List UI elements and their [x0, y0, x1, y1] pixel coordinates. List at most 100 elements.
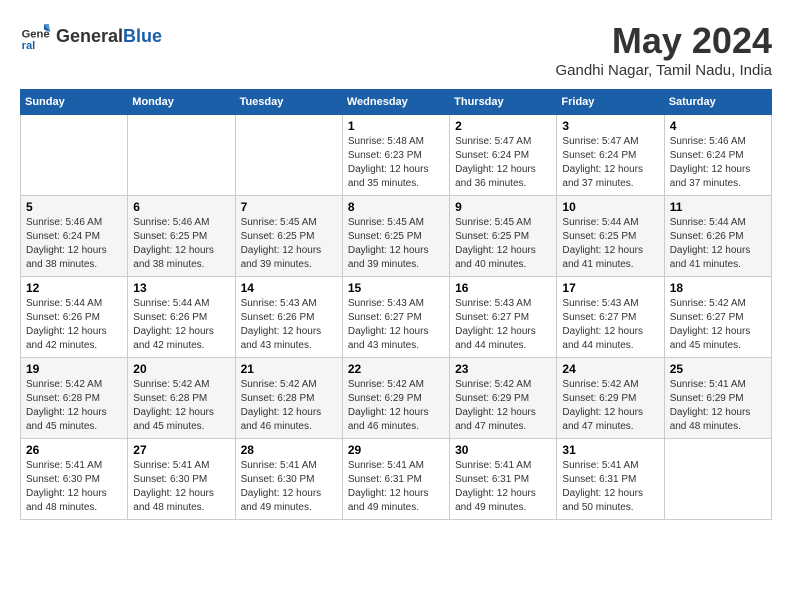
calendar-cell: 2 Sunrise: 5:47 AM Sunset: 6:24 PM Daylig… — [450, 115, 557, 196]
day-number: 17 — [562, 281, 658, 295]
calendar-cell: 14 Sunrise: 5:43 AM Sunset: 6:26 PM Dayli… — [235, 277, 342, 358]
weekday-header-row: SundayMondayTuesdayWednesdayThursdayFrid… — [21, 90, 772, 115]
day-number: 30 — [455, 443, 551, 457]
calendar-cell: 11Sunrise: 5:44 AM Sunset: 6:26 PM Dayli… — [664, 196, 771, 277]
calendar-cell: 3 Sunrise: 5:47 AM Sunset: 6:24 PM Daylig… — [557, 115, 664, 196]
calendar-cell: 1 Sunrise: 5:48 AM Sunset: 6:23 PM Daylig… — [342, 115, 449, 196]
calendar-table: SundayMondayTuesdayWednesdayThursdayFrid… — [20, 89, 772, 520]
calendar-cell: 7Sunrise: 5:45 AM Sunset: 6:25 PM Daylig… — [235, 196, 342, 277]
day-info: Sunrise: 5:42 AM Sunset: 6:28 PM Dayligh… — [241, 378, 337, 434]
weekday-header: Monday — [128, 90, 235, 115]
calendar-week-row: 5 Sunrise: 5:46 AM Sunset: 6:24 PM Daylig… — [21, 196, 772, 277]
calendar-cell: 28 Sunrise: 5:41 AM Sunset: 6:30 PM Dayli… — [235, 439, 342, 520]
calendar-week-row: 26 Sunrise: 5:41 AM Sunset: 6:30 PM Dayli… — [21, 439, 772, 520]
day-info: Sunrise: 5:42 AM Sunset: 6:29 PM Dayligh… — [562, 378, 658, 434]
day-number: 5 — [26, 200, 122, 214]
day-number: 15 — [348, 281, 444, 295]
calendar-cell: 31 Sunrise: 5:41 AM Sunset: 6:31 PM Dayli… — [557, 439, 664, 520]
calendar-week-row: 12 Sunrise: 5:44 AM Sunset: 6:26 PM Dayli… — [21, 277, 772, 358]
day-info: Sunrise: 5:41 AM Sunset: 6:29 PM Dayligh… — [670, 378, 766, 434]
day-number: 22 — [348, 362, 444, 376]
day-info: Sunrise: 5:41 AM Sunset: 6:31 PM Dayligh… — [455, 459, 551, 515]
day-info: Sunrise: 5:42 AM Sunset: 6:29 PM Dayligh… — [348, 378, 444, 434]
day-info: Sunrise: 5:46 AM Sunset: 6:25 PM Dayligh… — [133, 216, 229, 272]
calendar-week-row: 1 Sunrise: 5:48 AM Sunset: 6:23 PM Daylig… — [21, 115, 772, 196]
day-number: 9 — [455, 200, 551, 214]
day-info: Sunrise: 5:45 AM Sunset: 6:25 PM Dayligh… — [241, 216, 337, 272]
day-info: Sunrise: 5:42 AM Sunset: 6:27 PM Dayligh… — [670, 297, 766, 353]
calendar-cell: 12 Sunrise: 5:44 AM Sunset: 6:26 PM Dayli… — [21, 277, 128, 358]
day-info: Sunrise: 5:45 AM Sunset: 6:25 PM Dayligh… — [455, 216, 551, 272]
day-number: 14 — [241, 281, 337, 295]
svg-text:ral: ral — [22, 40, 36, 52]
day-number: 8 — [348, 200, 444, 214]
calendar-cell: 30 Sunrise: 5:41 AM Sunset: 6:31 PM Dayli… — [450, 439, 557, 520]
calendar-cell — [128, 115, 235, 196]
day-number: 13 — [133, 281, 229, 295]
logo-icon: Gene ral — [20, 20, 52, 52]
calendar-cell: 19Sunrise: 5:42 AM Sunset: 6:28 PM Dayli… — [21, 358, 128, 439]
day-info: Sunrise: 5:42 AM Sunset: 6:28 PM Dayligh… — [26, 378, 122, 434]
day-number: 6 — [133, 200, 229, 214]
day-number: 25 — [670, 362, 766, 376]
weekday-header: Thursday — [450, 90, 557, 115]
day-info: Sunrise: 5:45 AM Sunset: 6:25 PM Dayligh… — [348, 216, 444, 272]
calendar-cell: 24Sunrise: 5:42 AM Sunset: 6:29 PM Dayli… — [557, 358, 664, 439]
day-number: 16 — [455, 281, 551, 295]
day-number: 29 — [348, 443, 444, 457]
day-info: Sunrise: 5:44 AM Sunset: 6:26 PM Dayligh… — [670, 216, 766, 272]
calendar-cell: 5 Sunrise: 5:46 AM Sunset: 6:24 PM Daylig… — [21, 196, 128, 277]
weekday-header: Wednesday — [342, 90, 449, 115]
calendar-cell — [235, 115, 342, 196]
day-number: 31 — [562, 443, 658, 457]
svg-text:Gene: Gene — [22, 29, 50, 41]
day-number: 28 — [241, 443, 337, 457]
day-info: Sunrise: 5:42 AM Sunset: 6:28 PM Dayligh… — [133, 378, 229, 434]
day-number: 12 — [26, 281, 122, 295]
calendar-cell: 9 Sunrise: 5:45 AM Sunset: 6:25 PM Daylig… — [450, 196, 557, 277]
calendar-cell: 21 Sunrise: 5:42 AM Sunset: 6:28 PM Dayli… — [235, 358, 342, 439]
day-info: Sunrise: 5:48 AM Sunset: 6:23 PM Dayligh… — [348, 135, 444, 191]
calendar-cell: 6 Sunrise: 5:46 AM Sunset: 6:25 PM Daylig… — [128, 196, 235, 277]
day-info: Sunrise: 5:41 AM Sunset: 6:31 PM Dayligh… — [562, 459, 658, 515]
day-info: Sunrise: 5:41 AM Sunset: 6:31 PM Dayligh… — [348, 459, 444, 515]
title-area: May 2024 Gandhi Nagar, Tamil Nadu, India — [555, 20, 772, 79]
calendar-cell: 26 Sunrise: 5:41 AM Sunset: 6:30 PM Dayli… — [21, 439, 128, 520]
location: Gandhi Nagar, Tamil Nadu, India — [555, 62, 772, 79]
day-info: Sunrise: 5:44 AM Sunset: 6:26 PM Dayligh… — [26, 297, 122, 353]
calendar-cell — [664, 439, 771, 520]
page-header: Gene ral GeneralBlue May 2024 Gandhi Nag… — [20, 20, 772, 79]
day-info: Sunrise: 5:43 AM Sunset: 6:27 PM Dayligh… — [348, 297, 444, 353]
weekday-header: Tuesday — [235, 90, 342, 115]
calendar-cell: 10Sunrise: 5:44 AM Sunset: 6:25 PM Dayli… — [557, 196, 664, 277]
month-title: May 2024 — [555, 20, 772, 62]
day-number: 26 — [26, 443, 122, 457]
calendar-cell: 4Sunrise: 5:46 AM Sunset: 6:24 PM Daylig… — [664, 115, 771, 196]
day-info: Sunrise: 5:43 AM Sunset: 6:27 PM Dayligh… — [562, 297, 658, 353]
day-number: 21 — [241, 362, 337, 376]
day-info: Sunrise: 5:46 AM Sunset: 6:24 PM Dayligh… — [670, 135, 766, 191]
day-info: Sunrise: 5:46 AM Sunset: 6:24 PM Dayligh… — [26, 216, 122, 272]
calendar-cell: 17 Sunrise: 5:43 AM Sunset: 6:27 PM Dayli… — [557, 277, 664, 358]
day-number: 3 — [562, 119, 658, 133]
calendar-cell: 15 Sunrise: 5:43 AM Sunset: 6:27 PM Dayli… — [342, 277, 449, 358]
calendar-cell: 16Sunrise: 5:43 AM Sunset: 6:27 PM Dayli… — [450, 277, 557, 358]
calendar-cell: 29 Sunrise: 5:41 AM Sunset: 6:31 PM Dayli… — [342, 439, 449, 520]
day-number: 18 — [670, 281, 766, 295]
calendar-cell: 23Sunrise: 5:42 AM Sunset: 6:29 PM Dayli… — [450, 358, 557, 439]
logo: Gene ral GeneralBlue — [20, 20, 162, 52]
calendar-cell: 25 Sunrise: 5:41 AM Sunset: 6:29 PM Dayli… — [664, 358, 771, 439]
calendar-week-row: 19Sunrise: 5:42 AM Sunset: 6:28 PM Dayli… — [21, 358, 772, 439]
day-info: Sunrise: 5:47 AM Sunset: 6:24 PM Dayligh… — [562, 135, 658, 191]
day-info: Sunrise: 5:44 AM Sunset: 6:25 PM Dayligh… — [562, 216, 658, 272]
day-number: 2 — [455, 119, 551, 133]
day-info: Sunrise: 5:47 AM Sunset: 6:24 PM Dayligh… — [455, 135, 551, 191]
day-info: Sunrise: 5:42 AM Sunset: 6:29 PM Dayligh… — [455, 378, 551, 434]
day-info: Sunrise: 5:43 AM Sunset: 6:26 PM Dayligh… — [241, 297, 337, 353]
weekday-header: Sunday — [21, 90, 128, 115]
day-number: 1 — [348, 119, 444, 133]
day-info: Sunrise: 5:41 AM Sunset: 6:30 PM Dayligh… — [26, 459, 122, 515]
calendar-cell: 20Sunrise: 5:42 AM Sunset: 6:28 PM Dayli… — [128, 358, 235, 439]
day-number: 27 — [133, 443, 229, 457]
day-info: Sunrise: 5:41 AM Sunset: 6:30 PM Dayligh… — [241, 459, 337, 515]
